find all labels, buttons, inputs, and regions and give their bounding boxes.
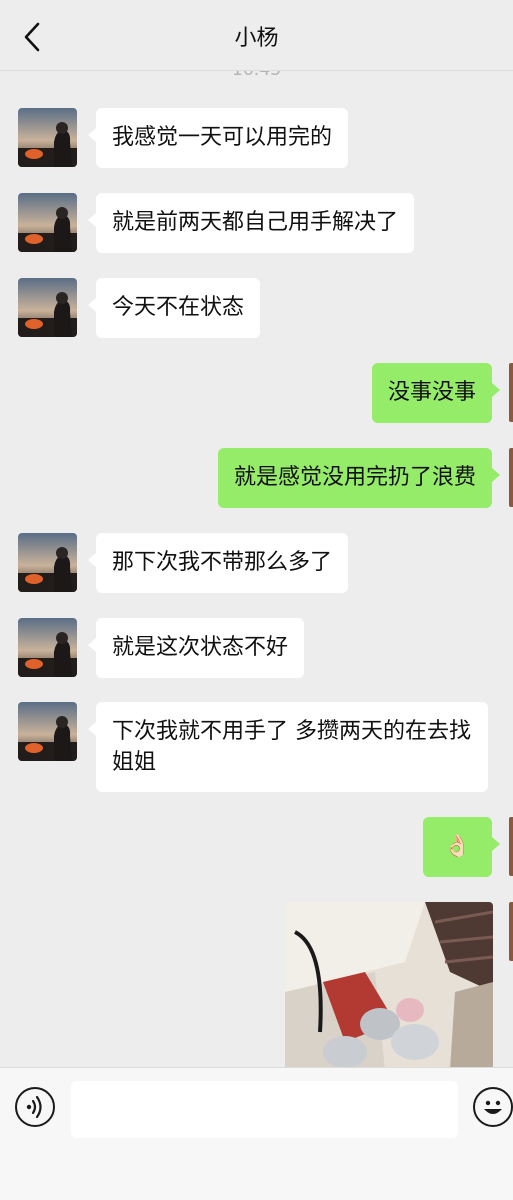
message-bubble[interactable]: 就是这次状态不好: [87, 618, 305, 678]
message-input[interactable]: [71, 1081, 458, 1138]
message-bubble[interactable]: 👌🏻: [423, 817, 500, 877]
self-avatar[interactable]: [509, 817, 513, 876]
message-bubble[interactable]: 那下次我不带那么多了: [87, 533, 349, 593]
message-bubble[interactable]: 就是感觉没用完扔了浪费: [217, 448, 501, 508]
contact-avatar[interactable]: [18, 108, 77, 167]
image-message[interactable]: [285, 902, 493, 1070]
photo-thumbnail: [285, 902, 493, 1070]
message-bubble[interactable]: 没事没事: [371, 363, 501, 423]
input-bar: [0, 1067, 513, 1200]
contact-avatar[interactable]: [18, 533, 77, 592]
message-bubble[interactable]: 今天不在状态: [87, 278, 261, 338]
contact-avatar[interactable]: [18, 702, 77, 761]
self-avatar[interactable]: [509, 902, 513, 961]
contact-avatar[interactable]: [18, 618, 77, 677]
chat-header: 小杨: [0, 0, 513, 71]
voice-icon: [26, 1095, 42, 1119]
emoji-button[interactable]: [473, 1087, 513, 1127]
voice-button[interactable]: [15, 1087, 55, 1127]
self-avatar[interactable]: [509, 363, 513, 422]
contact-avatar[interactable]: [18, 278, 77, 337]
smile-icon: [484, 1100, 502, 1114]
message-bubble[interactable]: 就是前两天都自己用手解决了: [87, 193, 415, 253]
chat-title: 小杨: [234, 26, 279, 51]
message-bubble[interactable]: 下次我就不用手了 多攒两天的在去找姐姐: [88, 702, 488, 792]
message-bubble[interactable]: 我感觉一天可以用完的: [87, 108, 349, 168]
contact-avatar[interactable]: [18, 193, 77, 252]
self-avatar[interactable]: [509, 448, 513, 507]
